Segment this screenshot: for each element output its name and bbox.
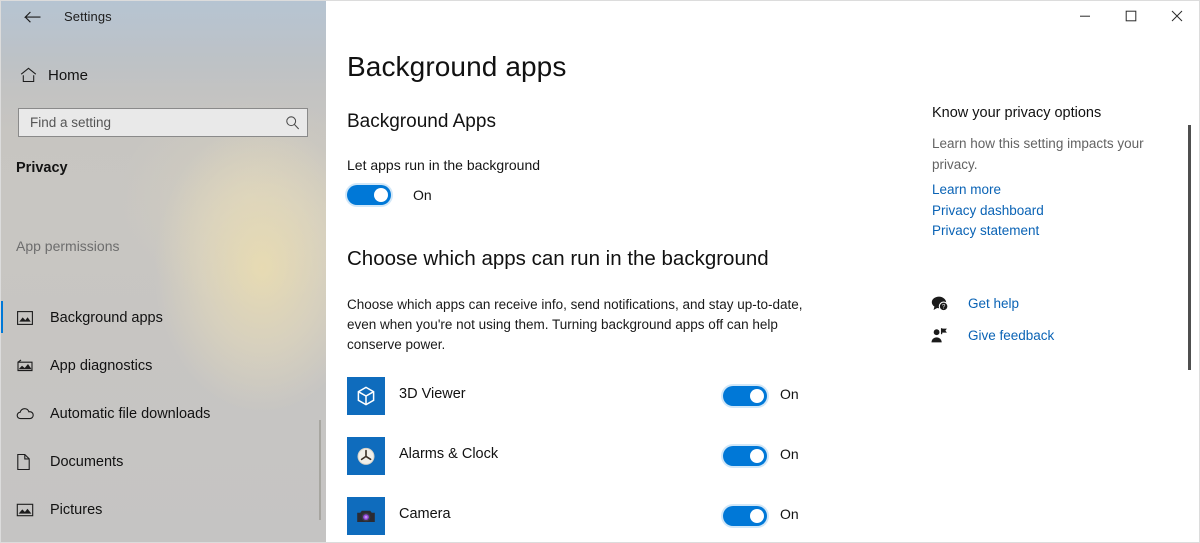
feedback-person-icon: [930, 327, 964, 344]
background-toggle-label: Let apps run in the background: [347, 157, 541, 173]
sidebar-item-label: Automatic file downloads: [50, 406, 211, 422]
page-title: Background apps: [347, 51, 567, 82]
back-button[interactable]: [12, 4, 52, 30]
app-row: 3D Viewer On: [347, 373, 807, 433]
help-bubble-icon: ?: [930, 295, 964, 312]
privacy-panel-title: Know your privacy options: [932, 105, 1102, 121]
minimize-icon: [1080, 15, 1090, 17]
sidebar-item-documents[interactable]: Documents: [0, 438, 326, 486]
toggle-knob: [750, 509, 764, 523]
choose-apps-heading: Choose which apps can run in the backgro…: [347, 247, 769, 270]
app-state-label: On: [780, 446, 799, 462]
get-help-row[interactable]: ? Get help: [930, 287, 1054, 319]
window-controls: [1062, 0, 1200, 32]
sidebar-nav: Background apps App diagnostics Automati…: [0, 294, 326, 534]
cube-icon: [357, 386, 375, 406]
window-title: Settings: [64, 9, 112, 24]
camera-icon: [357, 510, 375, 522]
app-state-label: On: [780, 386, 799, 402]
app-list: 3D Viewer On Alarms & Clock On Camera On: [347, 373, 807, 543]
sidebar-item-label: Pictures: [50, 502, 103, 518]
close-icon: [1171, 10, 1183, 22]
sidebar-item-label: App diagnostics: [50, 358, 153, 374]
choose-apps-description: Choose which apps can receive info, send…: [347, 297, 803, 352]
app-row: Camera On: [347, 493, 807, 543]
app-state-label: On: [780, 506, 799, 522]
app-tile-camera: [347, 497, 385, 535]
app-toggle-3d-viewer[interactable]: [723, 386, 767, 406]
get-help-label: Get help: [968, 295, 1020, 311]
toggle-knob: [750, 389, 764, 403]
let-apps-run-toggle[interactable]: [347, 185, 391, 205]
search-icon: [277, 115, 307, 130]
sidebar-item-home[interactable]: Home: [12, 60, 312, 90]
minimize-button[interactable]: [1062, 0, 1108, 32]
link-privacy-statement[interactable]: Privacy statement: [932, 221, 1044, 242]
privacy-panel-description: Learn how this setting impacts your priv…: [932, 136, 1144, 172]
background-toggle-row: On: [347, 185, 432, 205]
close-button[interactable]: [1154, 0, 1200, 32]
sidebar-item-label: Background apps: [50, 310, 163, 326]
sidebar-section-title: Privacy: [16, 160, 68, 176]
sidebar-item-app-diagnostics[interactable]: App diagnostics: [0, 342, 326, 390]
sidebar-item-automatic-file-downloads[interactable]: Automatic file downloads: [0, 390, 326, 438]
app-name: 3D Viewer: [399, 386, 466, 402]
sidebar-home-label: Home: [48, 66, 89, 84]
app-name: Alarms & Clock: [399, 446, 499, 462]
sidebar: Settings Home Find a setting Privacy App…: [0, 0, 326, 543]
help-links: ? Get help Give feedback: [930, 287, 1054, 351]
app-toggle-alarms-clock[interactable]: [723, 446, 767, 466]
cloud-download-icon: [16, 402, 48, 426]
app-diagnostics-icon: [16, 354, 48, 378]
privacy-links: Learn more Privacy dashboard Privacy sta…: [932, 180, 1044, 242]
search-box[interactable]: [18, 108, 308, 137]
link-learn-more[interactable]: Learn more: [932, 180, 1044, 201]
app-tile-alarms-clock: [347, 437, 385, 475]
app-tile-3d-viewer: [347, 377, 385, 415]
app-row: Alarms & Clock On: [347, 433, 807, 493]
section-heading: Background Apps: [347, 111, 496, 132]
settings-window: Settings Home Find a setting Privacy App…: [0, 0, 1200, 543]
sidebar-item-background-apps[interactable]: Background apps: [0, 294, 326, 342]
maximize-icon: [1125, 10, 1137, 22]
main-scrollbar[interactable]: [1188, 125, 1191, 370]
main-content: Background apps Background Apps Let apps…: [326, 0, 1200, 543]
home-icon: [12, 67, 44, 83]
toggle-state-label: On: [413, 187, 432, 203]
sidebar-item-pictures[interactable]: Pictures: [0, 486, 326, 534]
give-feedback-label: Give feedback: [968, 327, 1055, 343]
toggle-knob: [750, 449, 764, 463]
sidebar-item-label: Documents: [50, 454, 124, 470]
link-privacy-dashboard[interactable]: Privacy dashboard: [932, 201, 1044, 222]
back-arrow-icon: [23, 11, 40, 23]
search-input[interactable]: [19, 115, 277, 130]
app-toggle-camera[interactable]: [723, 506, 767, 526]
svg-text:?: ?: [942, 303, 946, 310]
sidebar-scrollbar[interactable]: [319, 420, 321, 520]
document-icon: [16, 450, 48, 474]
give-feedback-row[interactable]: Give feedback: [930, 319, 1054, 351]
maximize-button[interactable]: [1108, 0, 1154, 32]
picture-icon: [16, 498, 48, 522]
app-name: Camera: [399, 506, 451, 522]
toggle-knob: [374, 188, 388, 202]
background-apps-icon: [16, 306, 48, 330]
clock-icon: [357, 447, 375, 465]
sidebar-group-label: App permissions: [16, 238, 120, 254]
